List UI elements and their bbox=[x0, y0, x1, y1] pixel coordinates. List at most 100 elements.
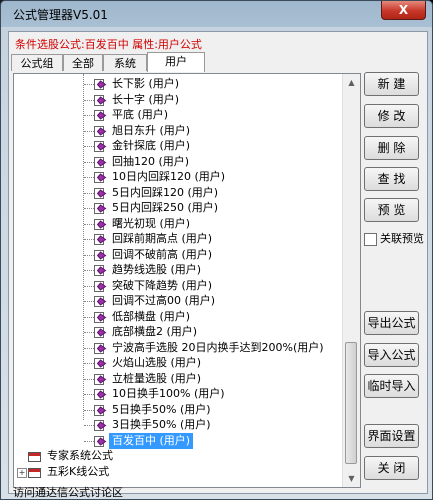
scroll-up-icon[interactable]: ▲ bbox=[343, 74, 360, 91]
tree-item-label: 宁波高手选股 20日内换手达到200%(用户) bbox=[112, 340, 324, 354]
condition-info: 条件选股公式:百发百中 属性:用户公式 bbox=[15, 38, 202, 51]
tree-item[interactable]: 金针探底 (用户) bbox=[94, 138, 193, 154]
tree-item[interactable]: 回调不破前高 (用户) bbox=[94, 247, 215, 263]
tree-group-colorful-k[interactable]: 五彩K线公式 bbox=[28, 464, 112, 480]
tree-branch-line bbox=[84, 239, 94, 241]
tree-item-label: 长下影 (用户) bbox=[112, 77, 180, 90]
export-formula-button[interactable]: 导出公式 bbox=[364, 311, 419, 335]
formula-icon bbox=[94, 171, 107, 184]
formula-icon bbox=[94, 156, 107, 169]
formula-icon bbox=[94, 202, 107, 215]
scroll-thumb[interactable] bbox=[345, 342, 357, 464]
tree-item[interactable]: 旭日东升 (用户) bbox=[94, 123, 193, 139]
tree-item[interactable]: 曙光初现 (用户) bbox=[94, 216, 193, 232]
formula-icon bbox=[94, 419, 107, 432]
tree-guide-line bbox=[83, 74, 85, 420]
tree-item-label: 趋势线选股 (用户) bbox=[112, 263, 202, 276]
formula-icon bbox=[94, 78, 107, 91]
formula-icon bbox=[94, 295, 107, 308]
tree-item[interactable]: 底部横盘2 (用户) bbox=[94, 324, 200, 340]
link-preview-checkbox[interactable]: 关联预览 bbox=[364, 230, 424, 246]
tree-item[interactable]: 长十字 (用户) bbox=[94, 92, 182, 108]
import-formula-button[interactable]: 导入公式 bbox=[364, 343, 419, 367]
tree-item[interactable]: 回抽120 (用户) bbox=[94, 154, 192, 170]
tree-branch-line bbox=[84, 394, 94, 396]
find-button[interactable]: 查 找 bbox=[364, 167, 419, 191]
tree-item-label: 回踩前期高点 (用户) bbox=[112, 232, 213, 245]
formula-icon bbox=[94, 94, 107, 107]
tree-item[interactable]: 立桩量选股 (用户) bbox=[94, 371, 204, 387]
tree-item[interactable]: 平底 (用户) bbox=[94, 107, 171, 123]
tree-item[interactable]: 趋势线选股 (用户) bbox=[94, 262, 204, 278]
client-area: 条件选股公式:百发百中 属性:用户公式 公式组 全部 系统 用户 长下影 (用户… bbox=[8, 31, 428, 499]
tree-item[interactable]: 突破下降趋势 (用户) bbox=[94, 278, 215, 294]
tree-branch-line bbox=[84, 409, 94, 412]
preview-button[interactable]: 预 览 bbox=[364, 198, 419, 222]
forum-link[interactable]: 访问通达信公式讨论区 bbox=[13, 484, 123, 499]
window-title: 公式管理器V5.01 bbox=[13, 8, 108, 22]
formula-icon bbox=[94, 280, 107, 293]
tree-item-label: 低部横盘 (用户) bbox=[112, 309, 191, 323]
tree-item-label: 曙光初现 (用户) bbox=[112, 216, 191, 230]
tree-item[interactable]: 10日换手100% (用户) bbox=[94, 386, 228, 402]
title-bar[interactable]: 公式管理器V5.01 X bbox=[1, 1, 432, 27]
tree-vertical-scrollbar[interactable]: ▲ ▼ bbox=[342, 74, 360, 487]
tree-item[interactable]: 10日内回踩120 (用户) bbox=[94, 169, 228, 185]
tree-branch-line bbox=[84, 378, 94, 381]
tree-item[interactable]: 长下影 (用户) bbox=[94, 76, 182, 92]
tree-branch-line bbox=[84, 161, 94, 164]
tree-item-label: 3日换手50% (用户) bbox=[112, 418, 211, 431]
formula-icon bbox=[94, 264, 107, 277]
tree-item[interactable]: 5日换手50% (用户) bbox=[94, 402, 214, 418]
tree-group-expert[interactable]: 专家系统公式 bbox=[28, 448, 116, 464]
scroll-down-icon[interactable]: ▼ bbox=[343, 470, 360, 487]
tree-item-label: 5日内回踩250 (用户) bbox=[112, 201, 219, 214]
delete-button[interactable]: 删 除 bbox=[364, 136, 419, 160]
tree-branch-line bbox=[84, 130, 94, 133]
tree-item-selected[interactable]: 百发百中 (用户) bbox=[94, 432, 194, 449]
tree-item[interactable]: 回踩前期高点 (用户) bbox=[94, 231, 215, 247]
edit-button[interactable]: 修 改 bbox=[364, 104, 419, 128]
tab-user[interactable]: 用户 bbox=[147, 52, 205, 72]
tree-item-label: 回抽120 (用户) bbox=[112, 154, 190, 168]
checkbox-box[interactable] bbox=[364, 232, 377, 246]
tree-branch-line bbox=[84, 301, 94, 303]
tree-branch-line bbox=[84, 146, 94, 148]
tab-system[interactable]: 系统 bbox=[103, 54, 147, 71]
formula-tree[interactable]: 长下影 (用户) 长十字 (用户) 平底 (用户) 旭日东升 (用户) 金针探底 (用户… bbox=[13, 73, 361, 488]
formula-icon bbox=[94, 109, 107, 122]
tree-branch-line bbox=[84, 177, 94, 179]
tree-item[interactable]: 宁波高手选股 20日内换手达到200%(用户) bbox=[94, 340, 327, 356]
tree-item[interactable]: 回调不过高00 (用户) bbox=[94, 293, 218, 309]
formula-icon bbox=[94, 140, 107, 153]
tree-group-label: 专家系统公式 bbox=[47, 449, 113, 462]
new-button[interactable]: 新 建 bbox=[364, 72, 419, 96]
formula-icon bbox=[94, 404, 107, 417]
formula-icon bbox=[94, 233, 107, 246]
tree-item[interactable]: 5日内回踩250 (用户) bbox=[94, 200, 221, 216]
expand-icon[interactable]: + bbox=[17, 468, 27, 478]
temp-import-button[interactable]: 临时导入 bbox=[364, 374, 419, 398]
ui-settings-button[interactable]: 界面设置 bbox=[364, 424, 419, 448]
tree-item-label: 回调不破前高 (用户) bbox=[112, 247, 213, 261]
tree-branch-line bbox=[84, 332, 94, 334]
tree-item-label: 立桩量选股 (用户) bbox=[112, 371, 202, 385]
tree-item[interactable]: 5日内回踩120 (用户) bbox=[94, 185, 221, 201]
tree-branch-line bbox=[84, 316, 94, 319]
tree-item-label: 5日换手50% (用户) bbox=[112, 402, 211, 416]
tree-item[interactable]: 火焰山选股 (用户) bbox=[94, 355, 204, 371]
tree-branch-line bbox=[84, 84, 94, 86]
tree-item[interactable]: 低部横盘 (用户) bbox=[94, 309, 193, 325]
window-close-button[interactable]: X bbox=[381, 1, 426, 20]
tab-formula-group[interactable]: 公式组 bbox=[11, 54, 63, 71]
checkbox-label: 关联预览 bbox=[380, 232, 424, 245]
tree-branch-line bbox=[84, 425, 94, 427]
tree-branch-line bbox=[84, 192, 94, 195]
formula-icon bbox=[94, 435, 107, 448]
tree-item[interactable]: 3日换手50% (用户) bbox=[94, 417, 214, 433]
tree-item-label: 底部横盘2 (用户) bbox=[112, 325, 198, 338]
formula-icon bbox=[94, 218, 107, 231]
tab-all[interactable]: 全部 bbox=[63, 54, 103, 71]
formula-icon bbox=[94, 326, 107, 339]
close-button[interactable]: 关 闭 bbox=[364, 456, 419, 480]
